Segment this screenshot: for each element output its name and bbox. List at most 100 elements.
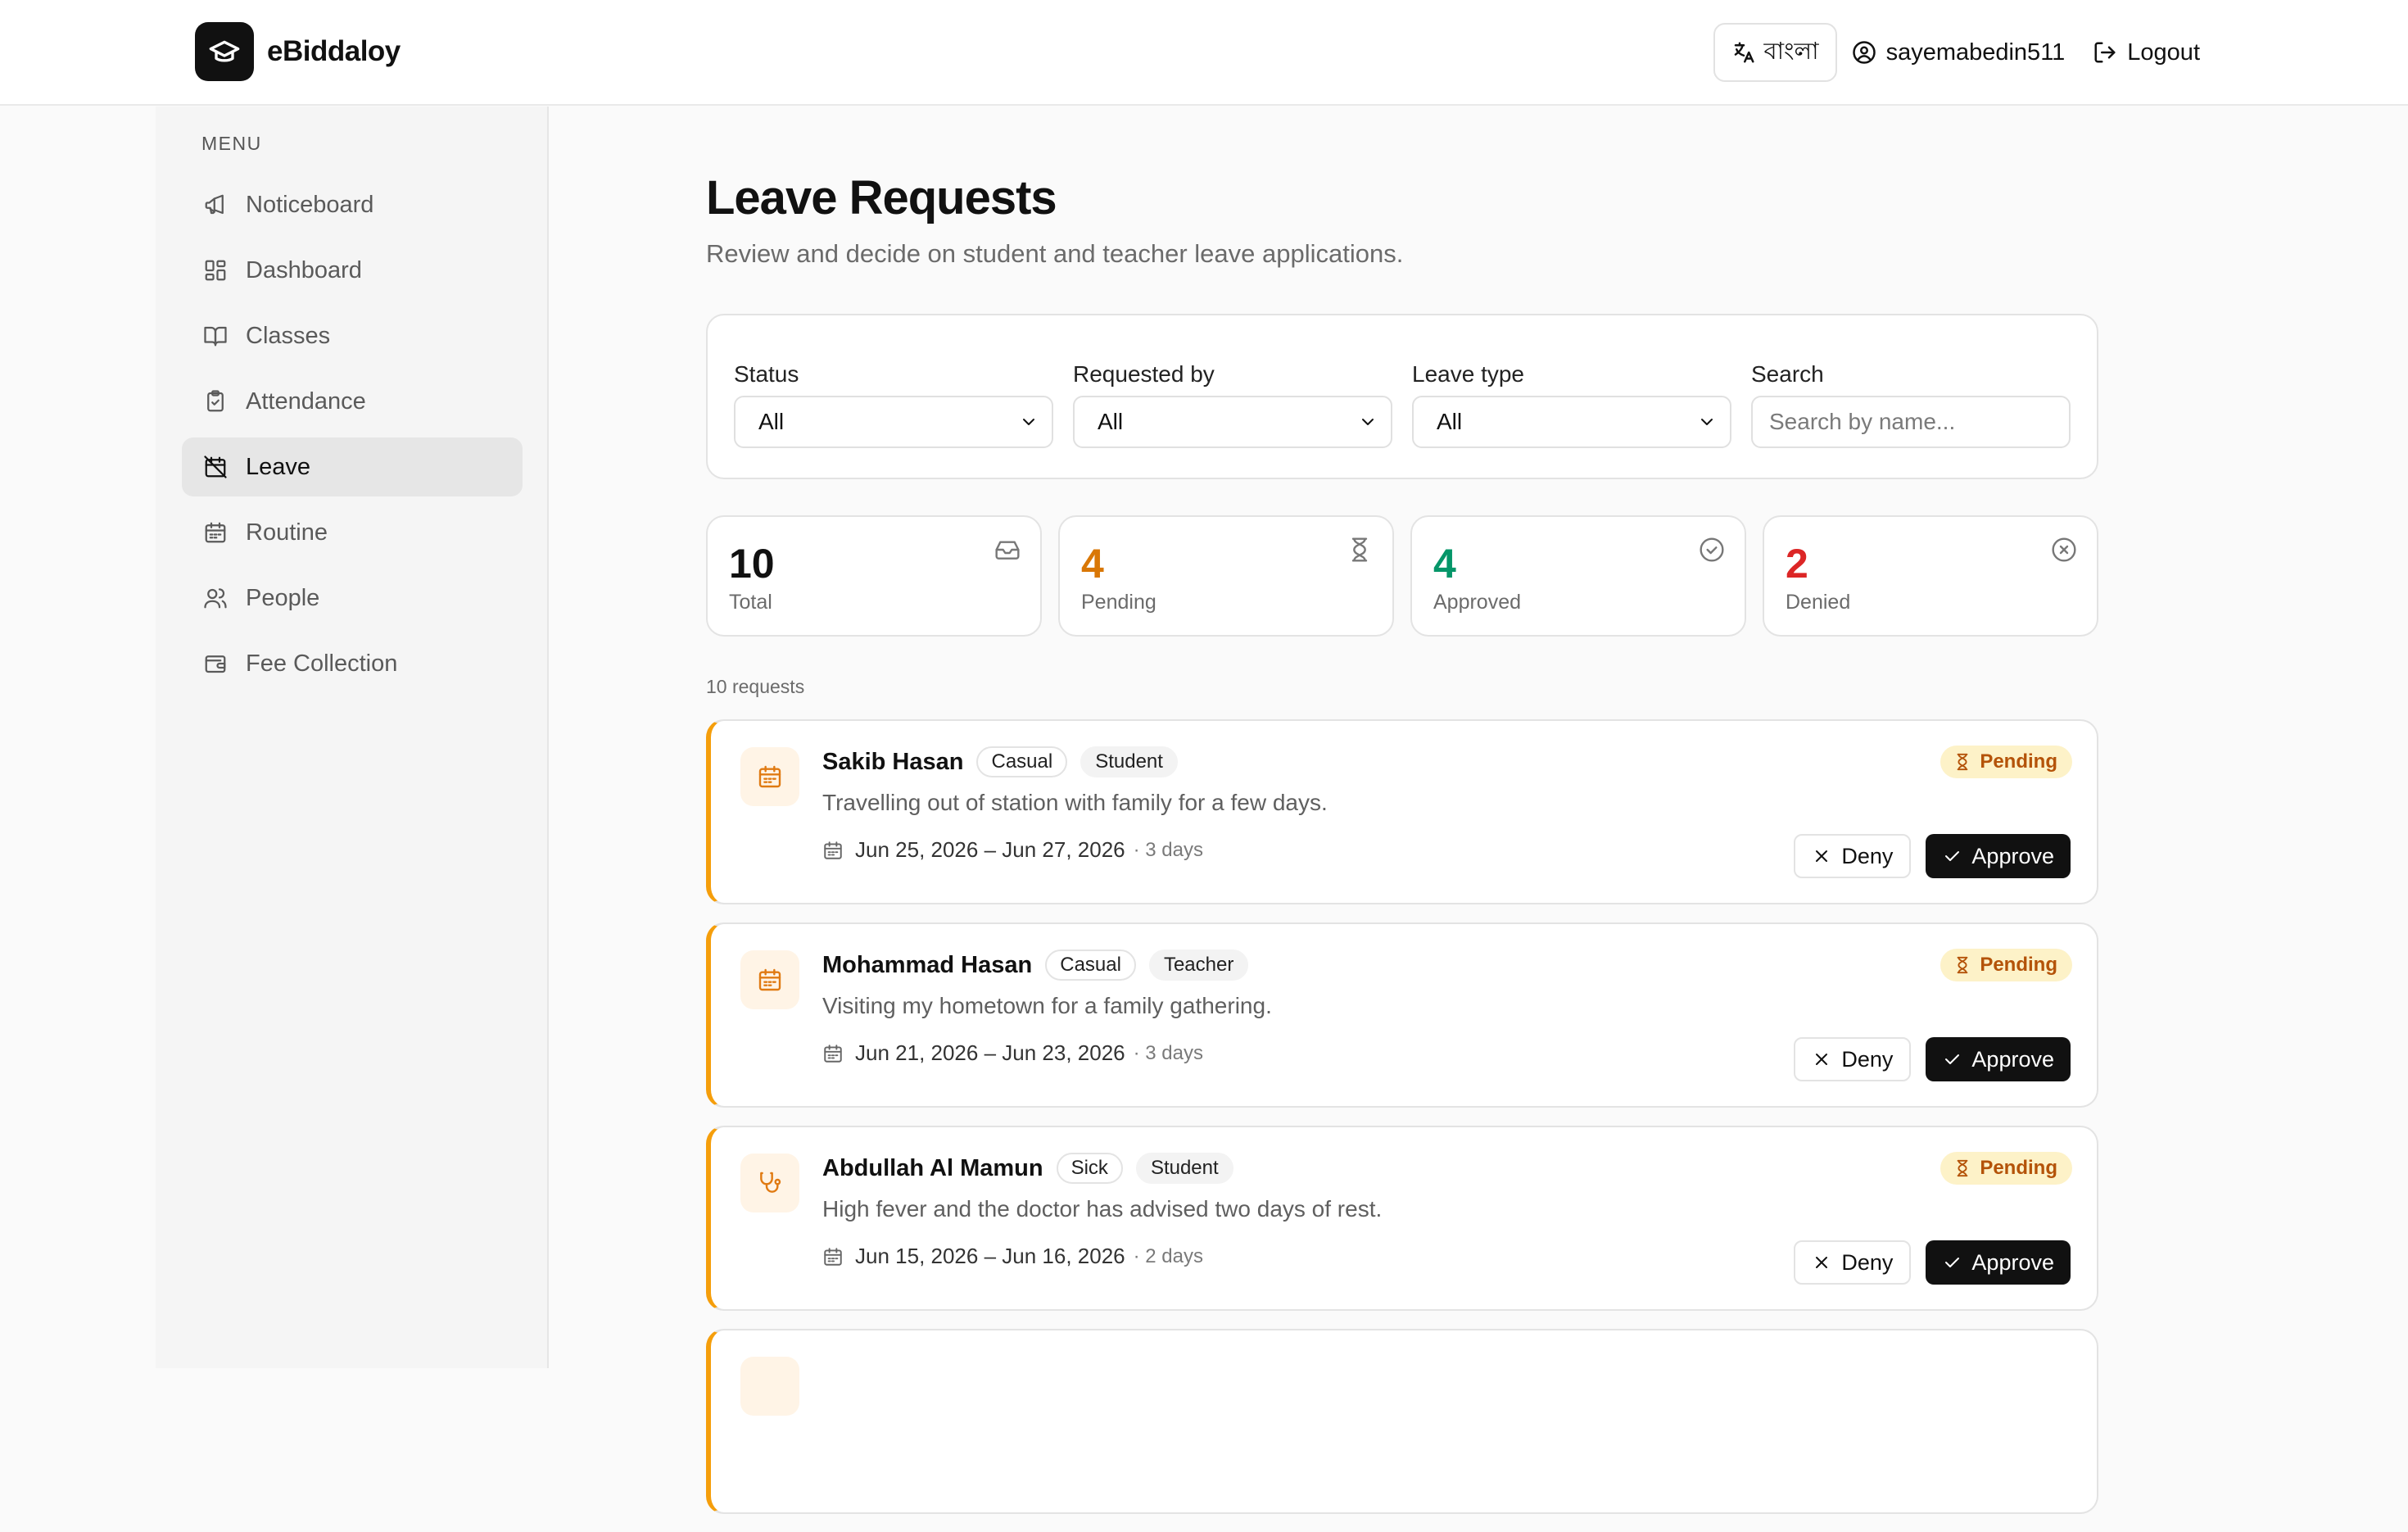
sidebar-item-label: Leave — [246, 453, 311, 480]
logout-icon — [2093, 40, 2117, 65]
requester-name: Abdullah Al Mamun — [822, 1154, 1043, 1181]
status-label: Pending — [1980, 1157, 2057, 1179]
calendar-icon — [740, 950, 799, 1009]
chevron-down-icon — [1697, 412, 1717, 432]
hourglass-icon — [1347, 537, 1373, 563]
stat-label: Total — [729, 591, 772, 614]
user-profile[interactable]: sayemabedin511 — [1852, 39, 2066, 66]
date-range: Jun 15, 2026 – Jun 16, 2026 — [855, 1244, 1125, 1268]
megaphone-icon — [203, 193, 228, 217]
stat-value: 4 — [1433, 541, 1456, 587]
leave-type-filter: Leave type All — [1412, 361, 1731, 448]
leave-type-filter-label: Leave type — [1412, 361, 1524, 387]
deny-button[interactable]: Deny — [1794, 834, 1912, 878]
calendar-icon — [822, 840, 844, 861]
hourglass-icon — [1953, 956, 1971, 974]
check-icon — [1942, 846, 1962, 866]
sidebar-item-fee-collection[interactable]: Fee Collection — [182, 634, 523, 693]
list-item: Sakib Hasan Casual Student Travelling ou… — [706, 719, 2098, 904]
check-icon — [1942, 1049, 1962, 1069]
approve-button[interactable]: Approve — [1926, 834, 2071, 878]
request-body: Abdullah Al Mamun Sick Student High feve… — [822, 1152, 1382, 1269]
stat-value: 2 — [1786, 541, 1808, 587]
hourglass-icon — [1953, 753, 1971, 771]
sidebar-item-label: Noticeboard — [246, 191, 374, 218]
list-item: Mohammad Hasan Casual Teacher Visiting m… — [706, 922, 2098, 1108]
list-item: Abdullah Al Mamun Sick Student High feve… — [706, 1126, 2098, 1311]
username: sayemabedin511 — [1885, 39, 2066, 66]
sidebar-item-routine[interactable]: Routine — [182, 503, 523, 562]
request-actions: Deny Approve — [1794, 1240, 2071, 1285]
deny-button[interactable]: Deny — [1794, 1240, 1912, 1285]
users-icon — [203, 586, 228, 610]
user-circle-icon — [1852, 40, 1876, 65]
calendar-off-icon — [203, 455, 228, 479]
request-actions: Deny Approve — [1794, 834, 2071, 878]
brand[interactable]: eBiddaloy — [195, 22, 401, 81]
header-actions: বাংলা sayemabedin511 Logout — [1713, 23, 2200, 82]
stat-label: Approved — [1433, 591, 1522, 614]
search-input[interactable] — [1751, 396, 2071, 448]
book-icon — [203, 324, 228, 348]
chevron-down-icon — [1358, 412, 1378, 432]
status-badge: Pending — [1940, 949, 2072, 981]
date-range: Jun 21, 2026 – Jun 23, 2026 — [855, 1040, 1125, 1065]
stat-card-approved: 4 Approved — [1410, 515, 1746, 637]
leave-dates: Jun 15, 2026 – Jun 16, 2026 · 2 days — [822, 1244, 1382, 1269]
approve-button[interactable]: Approve — [1926, 1037, 2071, 1081]
request-body: Sakib Hasan Casual Student Travelling ou… — [822, 746, 1328, 863]
menu-label: MENU — [201, 133, 262, 154]
sidebar-item-label: People — [246, 584, 320, 611]
search-filter-label: Search — [1751, 361, 1824, 387]
requested-by-select-value: All — [1098, 409, 1124, 434]
requested-by-filter-label: Requested by — [1073, 361, 1215, 387]
approve-label: Approve — [1971, 1249, 2054, 1275]
sidebar-item-noticeboard[interactable]: Noticeboard — [182, 175, 523, 234]
list-item-partial — [706, 1329, 2098, 1514]
duration: · 3 days — [1133, 838, 1203, 861]
deny-label: Deny — [1841, 1249, 1894, 1275]
status-filter: Status All — [734, 361, 1053, 448]
calendar-icon — [822, 1246, 844, 1267]
approve-label: Approve — [1971, 843, 2054, 868]
sidebar-nav: Noticeboard Dashboard Classes Attendance… — [182, 175, 523, 700]
sidebar-item-leave[interactable]: Leave — [182, 437, 523, 496]
request-actions: Deny Approve — [1794, 1037, 2071, 1081]
status-select-value: All — [758, 409, 785, 434]
sidebar-item-classes[interactable]: Classes — [182, 306, 523, 365]
sidebar: MENU Noticeboard Dashboard Classes Atten… — [156, 107, 549, 1368]
page-title: Leave Requests — [706, 171, 1057, 224]
translate-icon — [1731, 40, 1756, 65]
leave-type-tag: Casual — [976, 746, 1068, 777]
role-tag: Student — [1080, 746, 1178, 777]
sidebar-item-people[interactable]: People — [182, 569, 523, 628]
close-icon — [1812, 1253, 1831, 1272]
stethoscope-icon — [740, 1154, 799, 1212]
leave-type-tag: Sick — [1056, 1153, 1123, 1184]
language-toggle-button[interactable]: বাংলা — [1713, 23, 1837, 82]
leave-reason: High fever and the doctor has advised tw… — [822, 1196, 1383, 1222]
graduation-cap-icon — [195, 22, 254, 81]
calendar-icon — [822, 1043, 844, 1064]
stat-label: Pending — [1081, 591, 1156, 614]
requester-name: Sakib Hasan — [822, 748, 964, 775]
hourglass-icon — [1953, 1159, 1971, 1177]
stat-card-denied: 2 Denied — [1763, 515, 2098, 637]
sidebar-item-dashboard[interactable]: Dashboard — [182, 241, 523, 300]
leave-type-select[interactable]: All — [1412, 396, 1731, 448]
deny-button[interactable]: Deny — [1794, 1037, 1912, 1081]
approve-button[interactable]: Approve — [1926, 1240, 2071, 1285]
logout-label: Logout — [2127, 39, 2200, 66]
check-circle-icon — [1699, 537, 1725, 563]
sidebar-item-attendance[interactable]: Attendance — [182, 372, 523, 431]
request-header: Abdullah Al Mamun Sick Student — [822, 1152, 1382, 1185]
leave-dates: Jun 21, 2026 – Jun 23, 2026 · 3 days — [822, 1040, 1272, 1066]
request-body: Mohammad Hasan Casual Teacher Visiting m… — [822, 949, 1272, 1066]
status-select[interactable]: All — [734, 396, 1053, 448]
deny-label: Deny — [1841, 1046, 1894, 1072]
date-range: Jun 25, 2026 – Jun 27, 2026 — [855, 837, 1125, 862]
dashboard-icon — [203, 258, 228, 283]
status-filter-label: Status — [734, 361, 799, 387]
logout-button[interactable]: Logout — [2093, 39, 2200, 66]
requested-by-select[interactable]: All — [1073, 396, 1392, 448]
